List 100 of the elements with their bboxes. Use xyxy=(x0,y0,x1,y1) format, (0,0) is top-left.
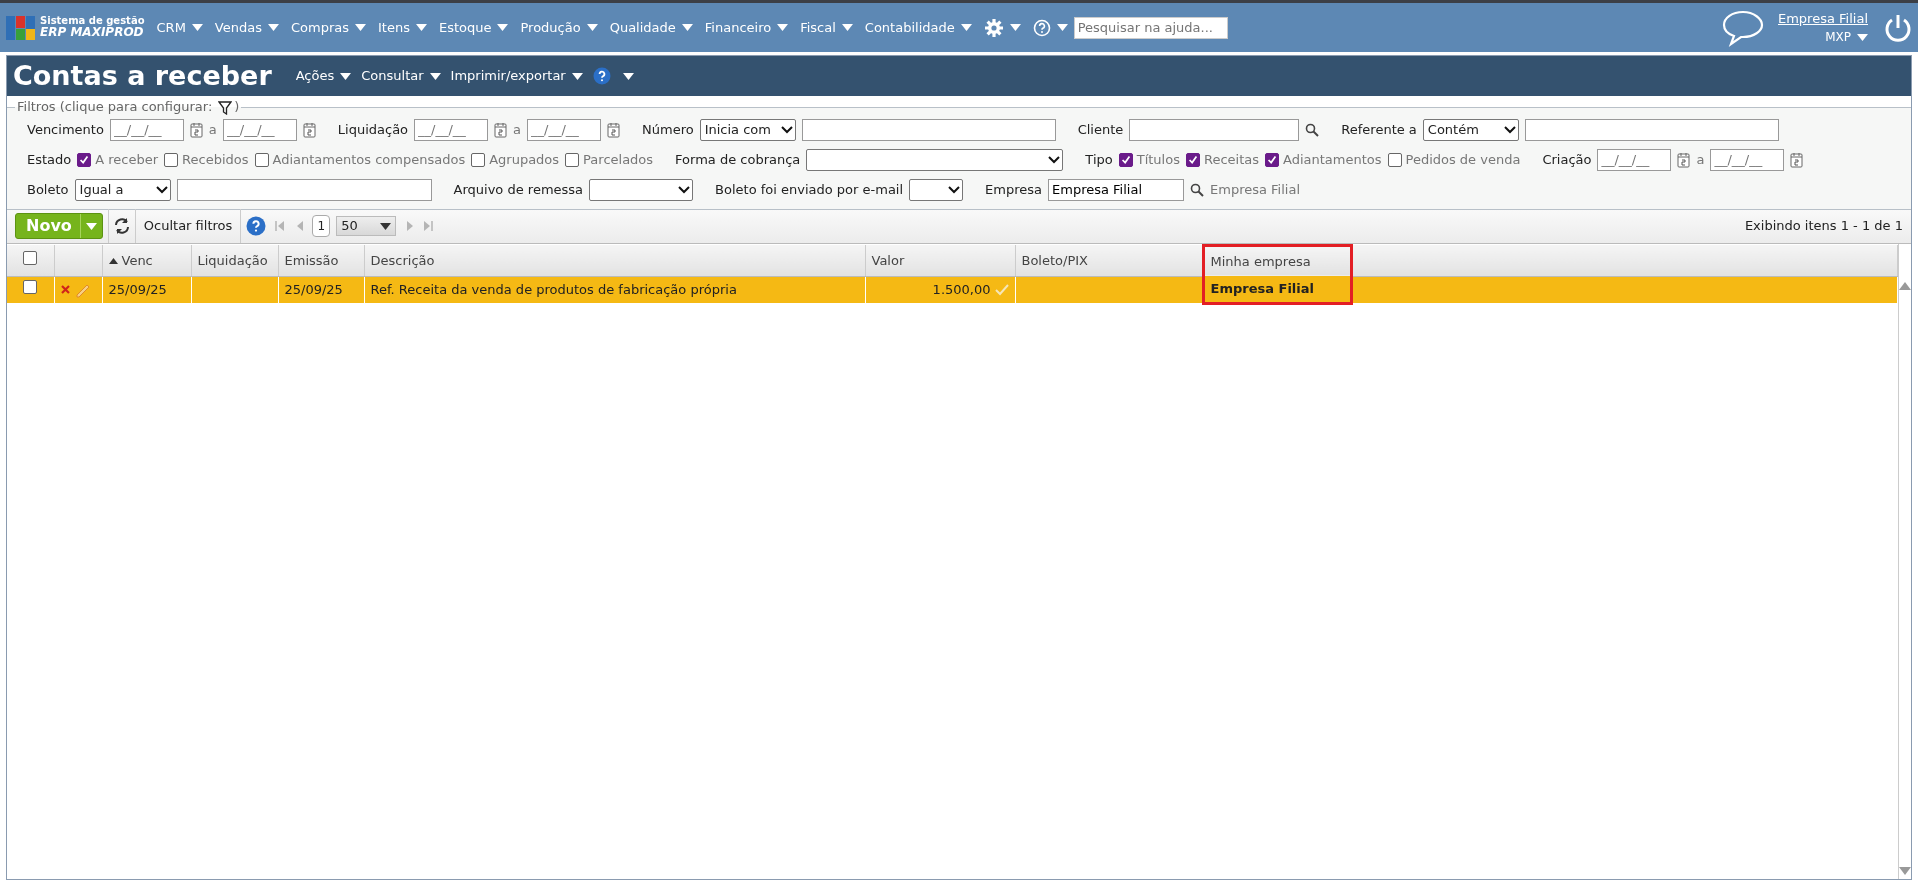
menu-item[interactable]: Estoque xyxy=(438,17,509,38)
date-field[interactable]: __/__/__ xyxy=(527,118,602,141)
filter-label: Boleto foi enviado por e-mail xyxy=(715,180,904,199)
help-icon[interactable] xyxy=(592,67,611,85)
filter-label: Tipo xyxy=(1085,150,1113,169)
company-hint: Empresa Filial xyxy=(1210,180,1301,199)
table-cell-text: 1.500,00 xyxy=(932,281,991,299)
text-field[interactable] xyxy=(176,178,432,201)
menu-item[interactable]: Itens xyxy=(378,17,427,38)
menu-item[interactable]: Contabilidade xyxy=(864,17,972,38)
checkbox[interactable] xyxy=(164,152,179,167)
menu-item[interactable]: Ações xyxy=(295,66,352,86)
select-field[interactable]: Inicia com xyxy=(699,118,796,141)
checkbox[interactable] xyxy=(1265,152,1279,167)
filter-icon[interactable] xyxy=(218,100,233,115)
select-field[interactable]: Contém xyxy=(1422,118,1519,141)
column-header[interactable]: Valor xyxy=(871,252,905,268)
caret-icon xyxy=(85,222,97,230)
help-icon xyxy=(1032,18,1051,37)
table-row[interactable]: 25/09/25 25/09/25 Ref. Receita da venda de produtos de fabricação própria 1.500,00 Empresa Filial xyxy=(7,276,1898,303)
checkbox[interactable] xyxy=(1118,152,1133,167)
menu-item[interactable]: Financeiro xyxy=(704,17,789,38)
first-page-icon[interactable] xyxy=(274,220,287,232)
user-menu[interactable]: MXP xyxy=(1825,28,1868,47)
range-separator: a xyxy=(1696,150,1705,169)
menu-item[interactable]: CRM xyxy=(156,17,203,38)
select-field[interactable] xyxy=(909,178,964,201)
checkbox[interactable] xyxy=(254,152,269,167)
scroll-down-icon[interactable] xyxy=(1899,867,1911,875)
menu-item[interactable]: Consultar xyxy=(361,66,441,86)
filter-legend-end: ) xyxy=(234,99,240,114)
filter-label: Referente a xyxy=(1341,120,1417,139)
menu-item[interactable]: Imprimir/exportar xyxy=(450,66,583,86)
date-field[interactable]: __/__/__ xyxy=(109,118,184,141)
checkbox[interactable] xyxy=(1185,152,1200,167)
filter-label: Liquidação xyxy=(337,120,409,139)
text-field[interactable] xyxy=(1524,118,1779,141)
search-icon[interactable] xyxy=(1190,182,1204,197)
caret-icon xyxy=(960,24,972,31)
menu-item[interactable]: Qualidade xyxy=(609,17,693,38)
checkbox-label: Receitas xyxy=(1203,150,1259,169)
checkbox-label: Adiantamentos xyxy=(1283,150,1382,169)
table-cell: Empresa Filial xyxy=(1210,281,1314,296)
checkbox-label: A receber xyxy=(95,150,159,169)
date-field[interactable]: __/__/__ xyxy=(222,118,297,141)
company-link[interactable]: Empresa Filial xyxy=(1778,8,1868,29)
calendar-icon[interactable] xyxy=(302,121,316,138)
checkbox[interactable] xyxy=(77,152,92,167)
calendar-icon[interactable] xyxy=(494,121,508,138)
sort-ascending-icon xyxy=(108,257,118,264)
last-page-icon[interactable] xyxy=(422,220,435,232)
column-header[interactable]: Descrição xyxy=(370,252,435,268)
calendar-icon[interactable] xyxy=(1677,151,1691,168)
calendar-icon[interactable] xyxy=(607,121,621,138)
select-field[interactable]: Igual a xyxy=(74,178,171,201)
select-field[interactable] xyxy=(806,148,1064,171)
settings-icon xyxy=(983,17,1004,38)
date-field[interactable]: __/__/__ xyxy=(414,118,489,141)
scroll-up-icon[interactable] xyxy=(1899,281,1911,290)
text-field[interactable] xyxy=(801,118,1056,141)
calendar-icon[interactable] xyxy=(189,121,203,138)
date-field[interactable]: __/__/__ xyxy=(1597,148,1672,171)
filter-label: Número xyxy=(642,120,694,139)
column-header[interactable]: Boleto/PIX xyxy=(1021,252,1088,268)
checkbox[interactable] xyxy=(471,152,486,167)
caret-icon xyxy=(1009,24,1021,31)
settings-button[interactable] xyxy=(983,17,1021,38)
page-size-select[interactable]: 50 xyxy=(336,216,397,236)
page-number[interactable]: 1 xyxy=(312,215,331,237)
checkbox[interactable] xyxy=(1387,152,1402,167)
date-field[interactable]: __/__/__ xyxy=(1710,148,1785,171)
menu-item[interactable]: Vendas xyxy=(214,17,279,38)
logo-subtitle: Sistema de gestão xyxy=(40,15,145,27)
checkbox-label: Recebidos xyxy=(182,150,249,169)
caret-icon xyxy=(267,24,279,31)
help-icon[interactable] xyxy=(246,216,267,236)
column-header[interactable]: Minha empresa xyxy=(1210,253,1311,269)
search-icon[interactable] xyxy=(1305,122,1320,137)
checkbox[interactable] xyxy=(23,250,38,265)
text-field[interactable] xyxy=(1129,118,1300,141)
caret-icon xyxy=(571,72,583,80)
checkbox[interactable] xyxy=(23,280,38,294)
power-icon[interactable] xyxy=(1884,12,1912,43)
caret-icon xyxy=(415,24,427,31)
hide-filters-button[interactable]: Ocultar filtros xyxy=(140,216,236,236)
caret-icon xyxy=(340,72,352,80)
filter-legend[interactable]: Filtros (clique para configurar: xyxy=(17,99,213,114)
menu-item[interactable]: Produção xyxy=(520,17,598,38)
table-cell: Ref. Receita da venda de produtos de fabricação própria xyxy=(370,282,737,297)
checkbox[interactable] xyxy=(565,152,580,167)
help-button[interactable] xyxy=(1032,18,1068,37)
calendar-icon[interactable] xyxy=(1790,151,1804,168)
delete-icon[interactable] xyxy=(60,285,70,295)
select-field[interactable] xyxy=(589,178,694,201)
text-field[interactable]: Empresa Filial xyxy=(1048,178,1184,201)
menu-item[interactable]: Compras xyxy=(290,17,366,38)
search-field[interactable]: Pesquisar na ajuda... xyxy=(1073,16,1228,39)
refresh-icon[interactable] xyxy=(113,218,130,234)
menu-item[interactable]: Fiscal xyxy=(800,17,853,38)
filter-label: Forma de cobrança xyxy=(675,150,801,169)
